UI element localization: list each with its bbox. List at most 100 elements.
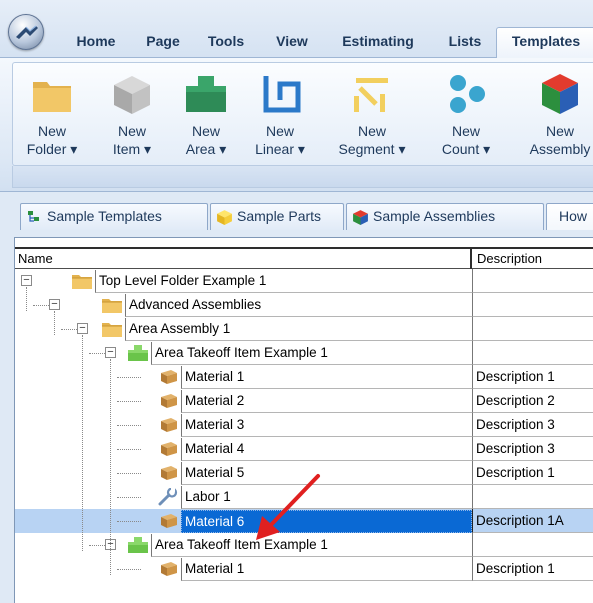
description-cell[interactable]: Description 1A	[472, 509, 593, 533]
tree-node-label[interactable]: Area Takeoff Item Example 1	[151, 342, 472, 365]
collapse-toggle[interactable]: −	[21, 275, 32, 286]
annotation-arrow	[256, 474, 320, 540]
new-segment-label: New Segment ▾	[338, 123, 406, 157]
name-cell: Material 1	[15, 557, 472, 581]
tab-tools[interactable]: Tools	[196, 28, 256, 58]
material-box-icon	[157, 464, 179, 482]
ribbon-panel: New Folder ▾ New Item ▾ New Area ▾ New Linea…	[0, 58, 593, 192]
tree-row[interactable]: Material 3 Description 3	[15, 413, 593, 437]
description-cell[interactable]: Description 3	[472, 437, 593, 461]
tree-connector	[33, 305, 49, 306]
folder-icon	[71, 272, 93, 290]
tree-node-label[interactable]: Area Assembly 1	[125, 318, 472, 341]
material-box-icon	[157, 392, 179, 410]
name-cell: Material 1	[15, 365, 472, 389]
tree-guide-line	[26, 287, 27, 311]
area-item-icon	[127, 344, 149, 362]
linear-icon	[263, 76, 301, 113]
name-cell: − Area Assembly 1	[15, 317, 472, 341]
tree-connector	[117, 521, 141, 522]
templates-tree-icon	[28, 211, 39, 222]
name-cell: − Top Level Folder Example 1	[15, 269, 472, 293]
count-icon	[450, 75, 485, 113]
name-cell: − Advanced Assemblies	[15, 293, 472, 317]
tree-row[interactable]: − Advanced Assemblies	[15, 293, 593, 317]
tree-row[interactable]: − Area Assembly 1	[15, 317, 593, 341]
description-cell[interactable]: Description 2	[472, 389, 593, 413]
tree-row[interactable]: Material 1 Description 1	[15, 557, 593, 581]
description-cell[interactable]: Description 1	[472, 365, 593, 389]
material-box-icon	[157, 560, 179, 578]
tree-guide-line	[110, 359, 111, 575]
description-cell[interactable]	[472, 293, 593, 317]
ribbon-tab-bar: Home Page Tools View Estimating Lists Te…	[0, 0, 593, 59]
tree-row[interactable]: Material 2 Description 2	[15, 389, 593, 413]
ribbon-group-footer	[12, 166, 593, 188]
tab-sample-templates[interactable]: Sample Templates	[20, 203, 208, 230]
tree-node-label[interactable]: Material 4	[181, 438, 472, 461]
tab-sample-assemblies[interactable]: Sample Assemblies	[346, 203, 544, 230]
column-header-description[interactable]: Description	[474, 249, 593, 269]
description-cell[interactable]	[472, 533, 593, 557]
tree-node-label[interactable]: Material 2	[181, 390, 472, 413]
tree-connector	[61, 329, 77, 330]
collapse-toggle[interactable]: −	[49, 299, 60, 310]
tab-sample-parts-label: Sample Parts	[237, 208, 322, 224]
name-cell: Material 4	[15, 437, 472, 461]
tree-node-label[interactable]: Material 1	[181, 558, 472, 581]
tab-estimating[interactable]: Estimating	[326, 28, 430, 58]
tree-connector	[117, 449, 141, 450]
material-box-icon	[157, 512, 179, 530]
material-box-icon	[157, 440, 179, 458]
description-cell[interactable]	[472, 485, 593, 509]
description-cell[interactable]	[472, 341, 593, 365]
folder-icon	[33, 82, 71, 112]
tab-home[interactable]: Home	[62, 28, 130, 58]
description-cell[interactable]	[472, 317, 593, 341]
description-cell[interactable]: Description 3	[472, 413, 593, 437]
tree-connector	[117, 377, 141, 378]
column-header-name[interactable]: Name	[15, 249, 472, 269]
tree-connector	[117, 425, 141, 426]
new-area-label: New Area ▾	[185, 123, 227, 157]
parts-cube-icon	[217, 210, 232, 225]
collapse-toggle[interactable]: −	[77, 323, 88, 334]
new-count-label: New Count ▾	[441, 123, 491, 157]
tab-how-label: How	[559, 208, 588, 224]
description-cell[interactable]	[472, 269, 593, 293]
tree-connector	[89, 545, 105, 546]
new-linear-label: New Linear ▾	[255, 123, 305, 157]
name-cell: Material 2	[15, 389, 472, 413]
folder-icon	[101, 320, 123, 338]
tree-row[interactable]: − Area Takeoff Item Example 1	[15, 341, 593, 365]
tree-row[interactable]: − Top Level Folder Example 1	[15, 269, 593, 293]
description-cell[interactable]: Description 1	[472, 557, 593, 581]
tab-sample-parts[interactable]: Sample Parts	[210, 203, 344, 230]
collapse-toggle[interactable]: −	[105, 347, 116, 358]
tab-view[interactable]: View	[262, 28, 322, 58]
segment-icon	[354, 78, 388, 112]
tree-row[interactable]: Material 4 Description 3	[15, 437, 593, 461]
assemblies-cube-icon	[353, 210, 368, 225]
tab-how[interactable]: How	[546, 203, 593, 230]
tree-node-label[interactable]: Top Level Folder Example 1	[95, 270, 472, 293]
new-assembly-label: New Assembly	[529, 123, 591, 157]
tree-connector	[117, 473, 141, 474]
description-cell[interactable]: Description 1	[472, 461, 593, 485]
tree-node-label[interactable]: Material 1	[181, 366, 472, 389]
area-icon	[186, 76, 226, 112]
tab-lists[interactable]: Lists	[436, 28, 494, 58]
tree-node-label[interactable]: Advanced Assemblies	[125, 294, 472, 317]
tree-guide-line	[54, 311, 55, 335]
application-menu-button[interactable]	[8, 14, 44, 50]
tree-connector	[89, 353, 105, 354]
tab-templates[interactable]: Templates	[496, 27, 593, 59]
labor-wrench-icon	[157, 487, 179, 506]
tree-row[interactable]: Material 1 Description 1	[15, 365, 593, 389]
app-logo-icon	[16, 25, 38, 39]
material-box-icon	[157, 416, 179, 434]
tab-page[interactable]: Page	[134, 28, 192, 58]
material-box-icon	[157, 368, 179, 386]
tree-node-label[interactable]: Material 3	[181, 414, 472, 437]
new-item-label: New Item ▾	[112, 123, 152, 157]
